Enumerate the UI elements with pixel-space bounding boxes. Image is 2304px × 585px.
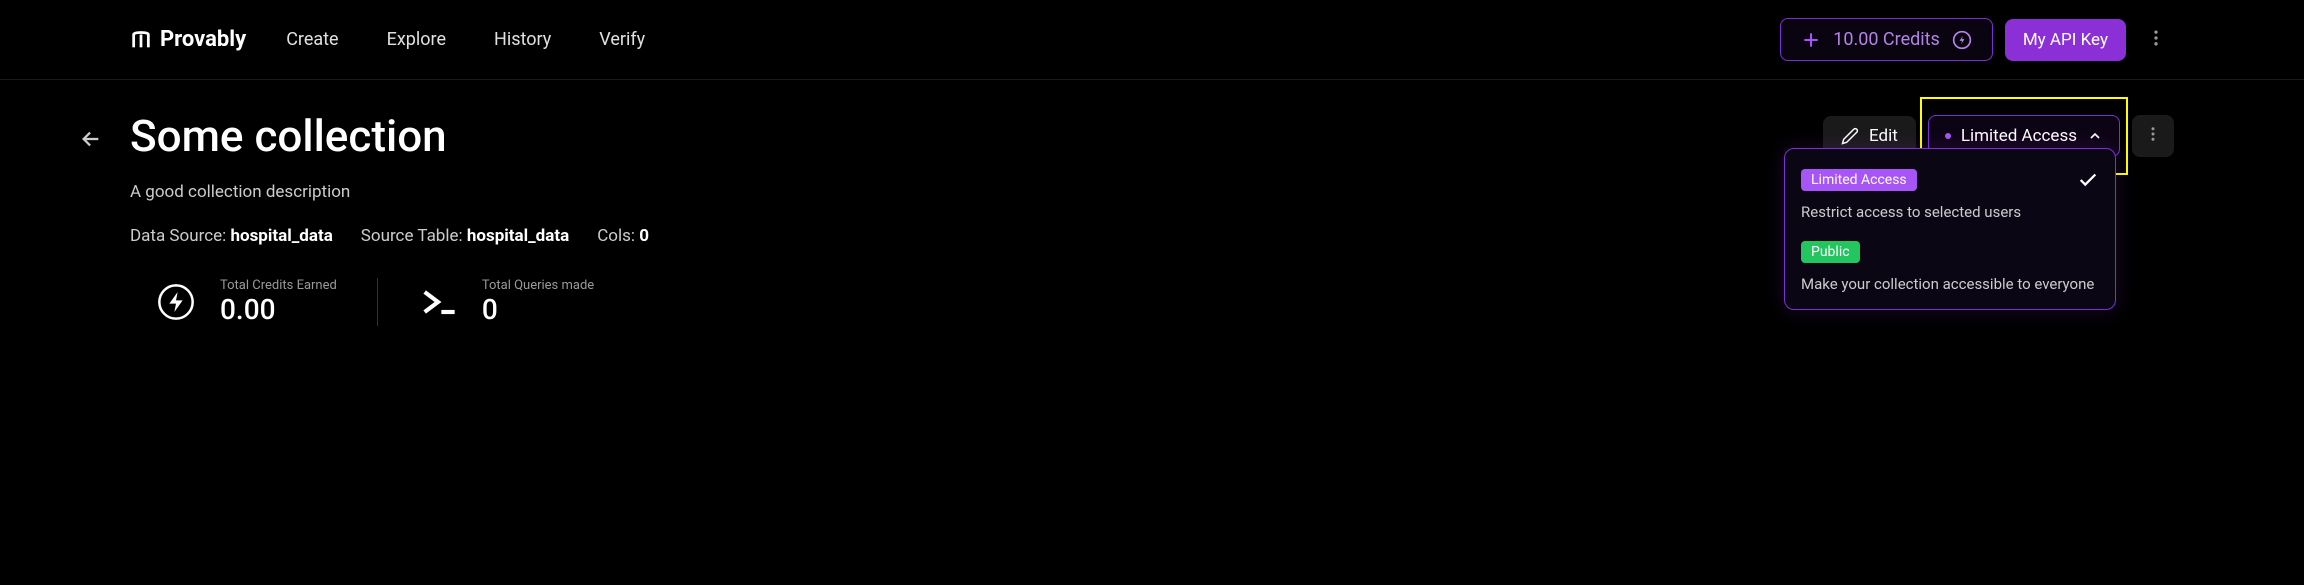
nav-verify[interactable]: Verify: [599, 29, 645, 50]
cols-label: Cols:: [597, 226, 639, 246]
brand-name: Provably: [160, 27, 246, 52]
back-button[interactable]: [80, 128, 102, 154]
more-vertical-icon: [2144, 125, 2162, 143]
dropdown-option-limited[interactable]: Limited Access Restrict access to select…: [1799, 163, 2101, 235]
plus-icon: [1801, 30, 1821, 50]
bolt-icon: [1952, 30, 1972, 50]
title-more-button[interactable]: [2132, 115, 2174, 157]
chevron-up-icon: [2087, 128, 2103, 144]
credits-stat-value: 0.00: [220, 293, 337, 326]
public-badge: Public: [1801, 241, 1860, 263]
limited-access-badge: Limited Access: [1801, 169, 1917, 191]
more-vertical-icon: [2146, 28, 2166, 48]
status-dot-icon: [1945, 133, 1951, 139]
cols-value: 0: [639, 226, 649, 246]
brand-logo[interactable]: Provably: [130, 27, 246, 52]
pencil-icon: [1841, 127, 1859, 145]
header-more-button[interactable]: [2138, 20, 2174, 60]
dropdown-option-public[interactable]: Public Make your collection accessible t…: [1799, 235, 2101, 295]
page-title: Some collection: [130, 110, 447, 162]
credits-amount: 10.00 Credits: [1833, 29, 1940, 50]
source-table-meta: Source Table: hospital_data: [361, 226, 569, 246]
source-table-label: Source Table:: [361, 226, 467, 246]
check-icon: [2077, 169, 2099, 191]
queries-stat-label: Total Queries made: [482, 278, 594, 293]
data-source-value: hospital_data: [230, 226, 332, 246]
queries-stat-value: 0: [482, 293, 594, 326]
queries-stat: Total Queries made 0: [377, 278, 634, 326]
nav-history[interactable]: History: [494, 29, 551, 50]
cols-meta: Cols: 0: [597, 226, 649, 246]
logo-icon: [130, 29, 152, 51]
credits-stat-label: Total Credits Earned: [220, 278, 337, 293]
credits-stat: Total Credits Earned 0.00: [156, 278, 377, 326]
credits-button[interactable]: 10.00 Credits: [1780, 18, 1993, 61]
nav-create[interactable]: Create: [286, 29, 338, 50]
source-table-value: hospital_data: [467, 226, 569, 246]
arrow-left-icon: [80, 128, 102, 150]
access-label: Limited Access: [1961, 126, 2077, 146]
edit-label: Edit: [1869, 126, 1898, 146]
public-description: Make your collection accessible to every…: [1801, 275, 2099, 293]
data-source-label: Data Source:: [130, 226, 230, 246]
limited-access-description: Restrict access to selected users: [1801, 203, 2099, 221]
data-source-meta: Data Source: hospital_data: [130, 226, 333, 246]
bolt-circle-icon: [156, 282, 196, 322]
api-key-button[interactable]: My API Key: [2005, 19, 2126, 61]
terminal-icon: [418, 282, 458, 322]
access-dropdown-menu: Limited Access Restrict access to select…: [1784, 148, 2116, 310]
nav-explore[interactable]: Explore: [387, 29, 446, 50]
